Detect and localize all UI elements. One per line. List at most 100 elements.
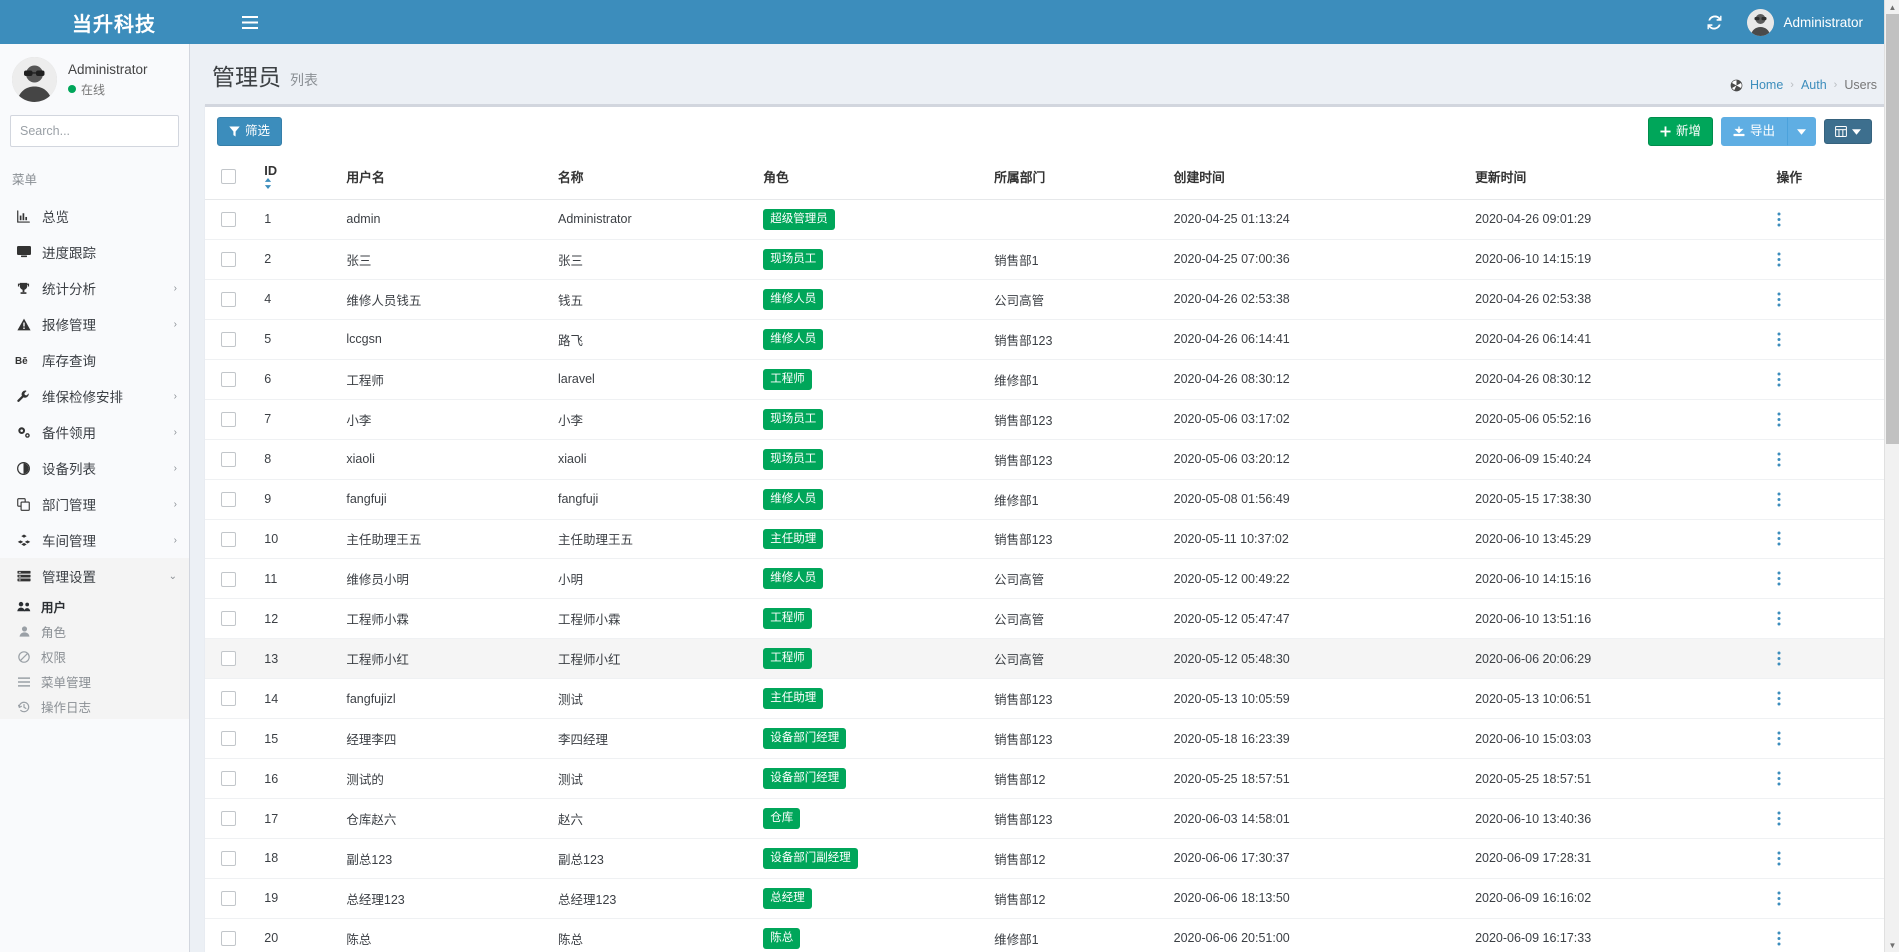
export-dropdown-toggle[interactable] [1787,117,1816,146]
ellipsis-v-icon[interactable] [1777,292,1877,307]
sidebar-item-repair-mgmt[interactable]: 报修管理 › [0,306,189,342]
row-select-cell[interactable] [205,799,256,839]
cell-operation[interactable] [1769,519,1885,559]
row-checkbox[interactable] [221,691,236,706]
cell-operation[interactable] [1769,719,1885,759]
ellipsis-v-icon[interactable] [1777,412,1877,427]
table-row[interactable]: 5lccgsn路飞维修人员销售部1232020-04-26 06:14:4120… [205,319,1884,359]
row-select-cell[interactable] [205,279,256,319]
row-checkbox[interactable] [221,651,236,666]
row-checkbox[interactable] [221,931,236,946]
table-row[interactable]: 18副总123副总123设备部门副经理销售部122020-06-06 17:30… [205,839,1884,879]
row-checkbox[interactable] [221,332,236,347]
cell-operation[interactable] [1769,599,1885,639]
table-row[interactable]: 10主任助理王五主任助理王五主任助理销售部1232020-05-11 10:37… [205,519,1884,559]
sidebar-user-panel[interactable]: Administrator 在线 [0,44,189,115]
breadcrumb-auth[interactable]: Auth [1801,78,1827,92]
row-select-cell[interactable] [205,839,256,879]
ellipsis-v-icon[interactable] [1777,372,1877,387]
sidebar-item-spare-parts[interactable]: 备件领用 › [0,414,189,450]
ellipsis-v-icon[interactable] [1777,651,1877,666]
header-id[interactable]: ID [256,155,338,200]
row-checkbox[interactable] [221,452,236,467]
row-select-cell[interactable] [205,639,256,679]
sidebar-item-workshop-mgmt[interactable]: 车间管理 › [0,522,189,558]
export-button[interactable]: 导出 [1721,117,1787,146]
row-checkbox[interactable] [221,372,236,387]
table-row[interactable]: 17仓库赵六赵六仓库销售部1232020-06-03 14:58:012020-… [205,799,1884,839]
header-select-all[interactable] [205,155,256,200]
row-select-cell[interactable] [205,918,256,952]
row-select-cell[interactable] [205,599,256,639]
hamburger-icon[interactable] [228,0,272,44]
cell-operation[interactable] [1769,759,1885,799]
table-row[interactable]: 13工程师小红工程师小红工程师公司高管2020-05-12 05:48:3020… [205,639,1884,679]
row-checkbox[interactable] [221,771,236,786]
ellipsis-v-icon[interactable] [1777,252,1877,267]
row-select-cell[interactable] [205,399,256,439]
cell-operation[interactable] [1769,918,1885,952]
sidebar-item-admin-settings[interactable]: 管理设置 ⌄ [0,558,189,594]
table-row[interactable]: 20陈总陈总陈总维修部12020-06-06 20:51:002020-06-0… [205,918,1884,952]
cell-operation[interactable] [1769,559,1885,599]
table-row[interactable]: 14fangfujizl测试主任助理销售部1232020-05-13 10:05… [205,679,1884,719]
row-checkbox[interactable] [221,811,236,826]
ellipsis-v-icon[interactable] [1777,691,1877,706]
row-checkbox[interactable] [221,611,236,626]
cell-operation[interactable] [1769,399,1885,439]
row-select-cell[interactable] [205,679,256,719]
ellipsis-v-icon[interactable] [1777,332,1877,347]
ellipsis-v-icon[interactable] [1777,611,1877,626]
sidebar-item-menu-mgmt[interactable]: 菜单管理 [0,669,189,694]
breadcrumb-home[interactable]: Home [1750,78,1783,92]
table-row[interactable]: 2张三张三现场员工销售部12020-04-25 07:00:362020-06-… [205,239,1884,279]
row-checkbox[interactable] [221,532,236,547]
ellipsis-v-icon[interactable] [1777,811,1877,826]
columns-settings-button[interactable] [1824,119,1872,144]
row-select-cell[interactable] [205,479,256,519]
sidebar-item-operation-log[interactable]: 操作日志 [0,694,189,719]
ellipsis-v-icon[interactable] [1777,571,1877,586]
cell-operation[interactable] [1769,799,1885,839]
row-checkbox[interactable] [221,731,236,746]
sidebar-item-department-mgmt[interactable]: 部门管理 › [0,486,189,522]
row-checkbox[interactable] [221,492,236,507]
table-row[interactable]: 19总经理123总经理123总经理销售部122020-06-06 18:13:5… [205,878,1884,918]
sidebar-item-users[interactable]: 用户 [0,594,189,619]
row-select-cell[interactable] [205,519,256,559]
cell-operation[interactable] [1769,359,1885,399]
cell-operation[interactable] [1769,679,1885,719]
cell-operation[interactable] [1769,479,1885,519]
cell-operation[interactable] [1769,200,1885,240]
ellipsis-v-icon[interactable] [1777,771,1877,786]
row-select-cell[interactable] [205,319,256,359]
table-row[interactable]: 12工程师小霖工程师小霖工程师公司高管2020-05-12 05:47:4720… [205,599,1884,639]
user-menu[interactable]: Administrator [1737,0,1873,44]
search-input[interactable] [11,124,190,138]
ellipsis-v-icon[interactable] [1777,931,1877,946]
sidebar-item-inventory[interactable]: Bē 库存查询 [0,342,189,378]
cell-operation[interactable] [1769,839,1885,879]
row-checkbox[interactable] [221,252,236,267]
row-checkbox[interactable] [221,851,236,866]
row-select-cell[interactable] [205,439,256,479]
row-select-cell[interactable] [205,878,256,918]
sidebar-item-overview[interactable]: 总览 [0,198,189,234]
table-row[interactable]: 16测试的测试设备部门经理销售部122020-05-25 18:57:51202… [205,759,1884,799]
cell-operation[interactable] [1769,439,1885,479]
sidebar-item-permissions[interactable]: 权限 [0,644,189,669]
row-checkbox[interactable] [221,412,236,427]
cell-operation[interactable] [1769,878,1885,918]
ellipsis-v-icon[interactable] [1777,851,1877,866]
sort-icon[interactable] [264,178,330,189]
sidebar-item-statistics[interactable]: 统计分析 › [0,270,189,306]
scrollbar-thumb[interactable] [1886,14,1899,444]
cell-operation[interactable] [1769,319,1885,359]
ellipsis-v-icon[interactable] [1777,731,1877,746]
row-checkbox[interactable] [221,891,236,906]
sidebar-item-roles[interactable]: 角色 [0,619,189,644]
ellipsis-v-icon[interactable] [1777,452,1877,467]
ellipsis-v-icon[interactable] [1777,212,1877,227]
table-row[interactable]: 8xiaolixiaoli现场员工销售部1232020-05-06 03:20:… [205,439,1884,479]
page-scrollbar[interactable]: ▲ ▼ [1884,0,1899,952]
